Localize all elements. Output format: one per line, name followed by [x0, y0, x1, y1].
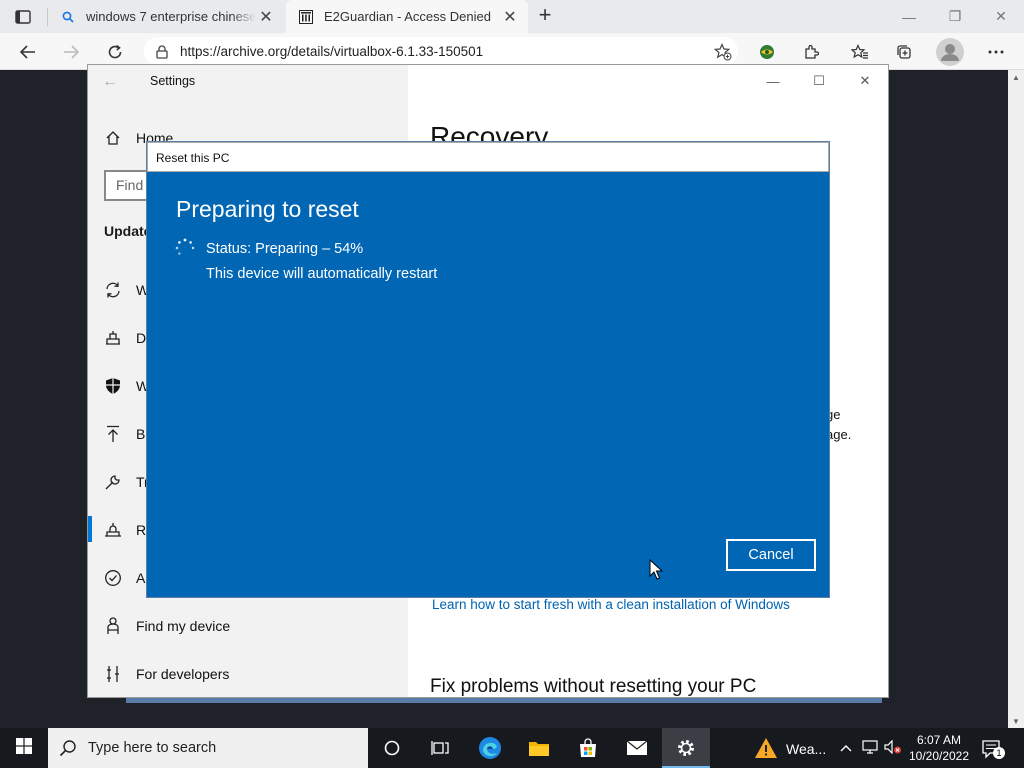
- delivery-icon: [88, 330, 136, 346]
- home-icon: [88, 130, 136, 146]
- cancel-button[interactable]: Cancel: [726, 539, 816, 571]
- tab-e2guardian[interactable]: E2Guardian - Access Denied ✕: [286, 0, 528, 33]
- tab-title: windows 7 enterprise chinese - S: [86, 9, 256, 24]
- section-header: Update: [104, 223, 152, 239]
- lock-icon[interactable]: [144, 44, 180, 59]
- tab-title: E2Guardian - Access Denied: [324, 9, 491, 24]
- maximize-icon[interactable]: ☐: [796, 69, 842, 93]
- reset-pc-dialog: Reset this PC Preparing to reset Status:…: [147, 142, 829, 597]
- backup-icon: [88, 425, 136, 443]
- sidebar-item-label: Find my device: [136, 618, 231, 634]
- cortana-icon[interactable]: [368, 728, 416, 768]
- store-icon[interactable]: [564, 728, 612, 768]
- forward-icon[interactable]: [56, 37, 86, 67]
- section-title: Fix problems without resetting your PC: [430, 676, 757, 697]
- dialog-titlebar: Reset this PC: [147, 142, 829, 172]
- weather-alert-icon[interactable]: [742, 728, 790, 768]
- network-icon[interactable]: [862, 740, 880, 757]
- settings-titlebar: ← Settings — ☐ ✕: [88, 65, 888, 97]
- recovery-icon: [88, 522, 136, 538]
- dialog-title: Reset this PC: [156, 151, 230, 165]
- extension-globe-icon[interactable]: [752, 37, 782, 67]
- volume-muted-icon[interactable]: [884, 739, 902, 757]
- notification-center-icon[interactable]: 1: [978, 736, 1008, 762]
- mouse-cursor-icon: [649, 558, 664, 581]
- browser-tab-bar: windows 7 enterprise chinese - S ✕ E2Gua…: [0, 0, 1024, 33]
- favorites-icon[interactable]: [845, 37, 875, 67]
- back-icon[interactable]: [13, 37, 43, 67]
- sync-icon: [88, 281, 136, 299]
- dialog-heading: Preparing to reset: [176, 196, 359, 222]
- window-title: Settings: [150, 74, 196, 88]
- chevron-up-icon[interactable]: [840, 740, 852, 755]
- page-scrollbar[interactable]: ▲ ▼: [1008, 70, 1024, 730]
- address-bar[interactable]: https://archive.org/details/virtualbox-6…: [144, 37, 738, 66]
- sidebar-item-label: For developers: [136, 666, 230, 682]
- close-tab-icon[interactable]: ✕: [500, 7, 520, 27]
- settings-gear-icon[interactable]: [662, 728, 710, 768]
- clock-time: 6:07 AM: [916, 733, 962, 747]
- tab-search[interactable]: windows 7 enterprise chinese - S ✕: [48, 0, 284, 33]
- sidebar-item-for-developers[interactable]: For developers: [88, 652, 408, 696]
- archive-icon: [298, 9, 314, 25]
- status-text: Status: Preparing – 54%: [206, 241, 364, 257]
- weather-label[interactable]: Wea...: [786, 741, 826, 757]
- partial-text: age.: [826, 427, 852, 442]
- taskbar-search-input[interactable]: Type here to search: [48, 728, 368, 768]
- close-tab-icon[interactable]: ✕: [256, 7, 276, 27]
- tab-actions-icon[interactable]: [12, 7, 34, 27]
- search-placeholder: Type here to search: [88, 740, 217, 756]
- close-window-icon[interactable]: ✕: [978, 0, 1024, 33]
- start-button[interactable]: [0, 728, 48, 768]
- more-menu-icon[interactable]: [981, 37, 1011, 67]
- restore-icon[interactable]: ❐: [932, 0, 978, 33]
- selected-indicator: [88, 516, 92, 542]
- developer-icon: [88, 665, 136, 683]
- close-window-icon[interactable]: ✕: [842, 69, 888, 93]
- task-view-icon[interactable]: [416, 728, 464, 768]
- restart-note: This device will automatically restart: [206, 266, 438, 282]
- add-favorite-icon[interactable]: [708, 42, 738, 61]
- mail-icon[interactable]: [613, 728, 661, 768]
- person-icon: [88, 617, 136, 635]
- windows-logo-icon: [16, 737, 32, 759]
- check-circle-icon: [88, 569, 136, 587]
- url-text[interactable]: https://archive.org/details/virtualbox-6…: [180, 44, 708, 59]
- learn-fresh-start-link[interactable]: Learn how to start fresh with a clean in…: [432, 597, 790, 612]
- system-clock[interactable]: 6:07 AM 10/20/2022: [904, 732, 974, 764]
- loading-spinner-icon: [175, 238, 195, 258]
- search-icon: [48, 739, 88, 757]
- shield-icon: [88, 377, 136, 395]
- notification-count: 1: [996, 748, 1002, 758]
- refresh-icon[interactable]: [100, 37, 130, 67]
- taskbar: Type here to search Wea... 6:07 AM 10/20…: [0, 728, 1024, 768]
- back-arrow-icon[interactable]: ←: [102, 73, 118, 91]
- search-icon: [60, 9, 76, 25]
- scroll-up-icon[interactable]: ▲: [1008, 70, 1024, 86]
- sidebar-item-find-my-device[interactable]: Find my device: [88, 604, 408, 648]
- wrench-icon: [88, 473, 136, 491]
- profile-avatar[interactable]: [935, 37, 965, 67]
- file-explorer-icon[interactable]: [515, 728, 563, 768]
- minimize-icon[interactable]: —: [886, 0, 932, 33]
- extensions-icon[interactable]: [796, 37, 826, 67]
- edge-browser-icon[interactable]: [466, 728, 514, 768]
- clock-date: 10/20/2022: [908, 749, 970, 763]
- new-tab-icon[interactable]: +: [534, 4, 556, 27]
- collections-icon[interactable]: [889, 37, 919, 67]
- minimize-icon[interactable]: —: [750, 69, 796, 93]
